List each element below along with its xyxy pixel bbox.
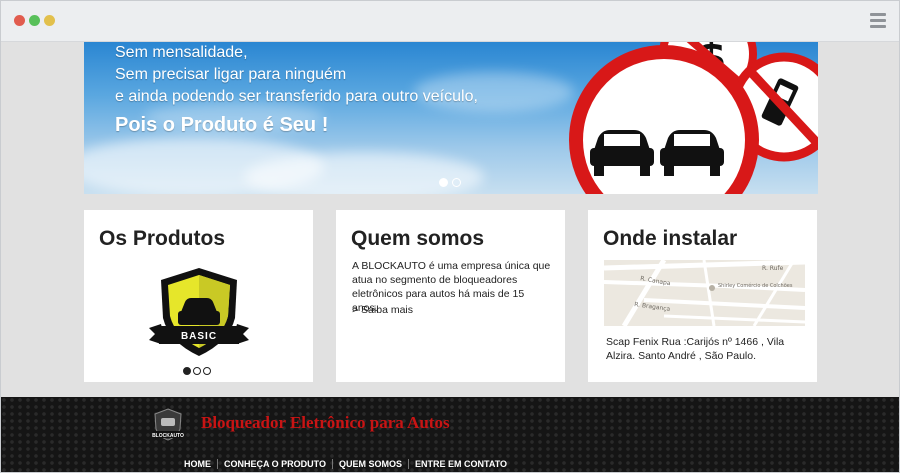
hero-slider-dots — [439, 172, 465, 191]
hero-slide-dot-1[interactable] — [439, 178, 448, 187]
about-card: Quem somos A BLOCKAUTO é uma empresa úni… — [336, 210, 565, 382]
hero-text: Sem mensalidade, Sem precisar ligar para… — [115, 42, 478, 136]
nav-contact-link[interactable]: ENTRE EM CONTATO — [409, 459, 513, 469]
map-label-rufe: R. Rufe — [762, 265, 784, 272]
nav-product-link[interactable]: CONHEÇA O PRODUTO — [218, 459, 334, 469]
saiba-mais-link[interactable]: > Saiba mais — [352, 304, 413, 316]
product-slide-dot-3[interactable] — [203, 367, 211, 375]
maximize-window-button[interactable] — [44, 15, 55, 26]
site-footer: BLOCKAUTO Bloqueador Eletrônico para Aut… — [1, 397, 899, 472]
nav-about-link[interactable]: QUEM SOMOS — [333, 459, 410, 469]
hero-slide-dot-2[interactable] — [452, 178, 461, 187]
hero-line-1: Sem mensalidade, — [115, 44, 248, 61]
product-slide-dot-1[interactable] — [183, 367, 191, 375]
map-label-shirley: Shirley Comércio de Colchões — [718, 282, 793, 289]
products-title: Os Produtos — [99, 227, 226, 250]
location-address: Scap Fenix Rua :Carijós nº 1466 , Vila A… — [606, 336, 785, 362]
nav-home-link[interactable]: HOME — [178, 459, 218, 469]
hero-banner[interactable]: Sem mensalidade, Sem precisar ligar para… — [84, 42, 818, 194]
basic-shield-badge[interactable]: BASIC — [149, 266, 249, 358]
location-map[interactable]: R. Rufe R. Canapa Shirley Comércio de Co… — [604, 260, 805, 326]
location-title: Onde instalar — [603, 227, 738, 250]
browser-window: Sem mensalidade, Sem precisar ligar para… — [0, 0, 900, 473]
product-slide-dot-2[interactable] — [193, 367, 201, 375]
page-content: Sem mensalidade, Sem precisar ligar para… — [1, 42, 899, 472]
footer-nav: HOME CONHEÇA O PRODUTO QUEM SOMOS ENTRE EM … — [178, 452, 513, 471]
footer-logo-text: BLOCKAUTO — [152, 433, 184, 439]
blockauto-logo[interactable]: BLOCKAUTO — [151, 407, 185, 441]
hamburger-icon[interactable] — [870, 13, 886, 28]
location-card: Onde instalar R. Rufe R. Canapa Shirley … — [588, 210, 817, 382]
minimize-window-button[interactable] — [29, 15, 40, 26]
close-window-button[interactable] — [14, 15, 25, 26]
hero-line-2: Sem precisar ligar para ninguém — [115, 66, 347, 83]
browser-toolbar — [1, 1, 899, 42]
products-card: Os Produtos BASIC — [84, 210, 313, 382]
no-overtaking-sign-icon — [569, 45, 759, 194]
traffic-signs-illustration: $ — [569, 42, 818, 194]
hero-highlight: Pois o Produto é Seu ! — [115, 114, 329, 136]
footer-title: Bloqueador Eletrônico para Autos — [201, 413, 450, 432]
products-slider-dots — [183, 360, 213, 379]
hero-line-3: e ainda podendo ser transferido para out… — [115, 88, 478, 105]
badge-label: BASIC — [181, 331, 217, 342]
about-title: Quem somos — [351, 227, 485, 250]
